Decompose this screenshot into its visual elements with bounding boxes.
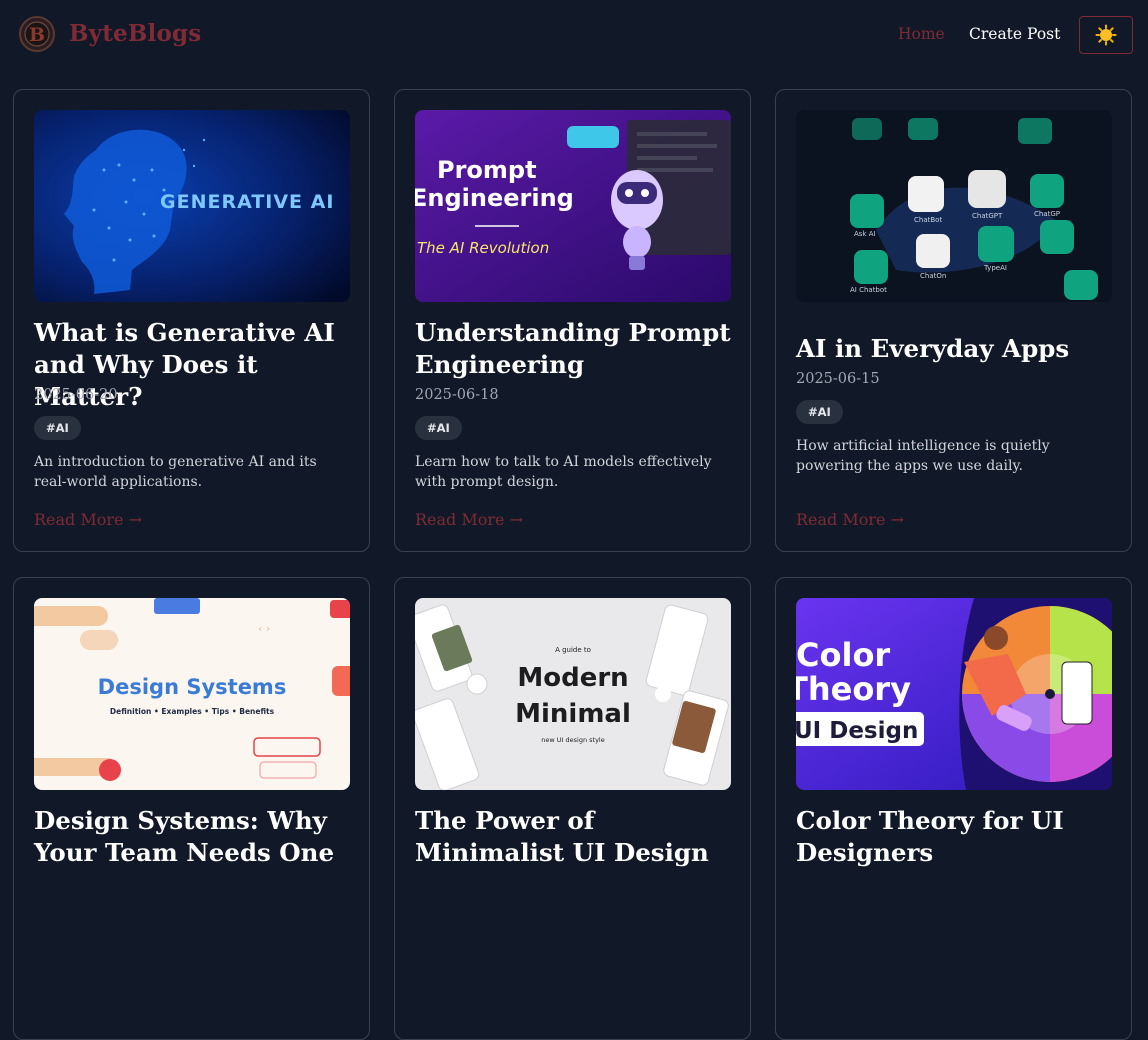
post-title[interactable]: Color Theory for UI Designers <box>796 805 1116 869</box>
svg-text:GENERATIVE AI: GENERATIVE AI <box>160 191 334 213</box>
svg-text:TypeAI: TypeAI <box>983 264 1007 272</box>
theme-toggle-button[interactable] <box>1079 16 1133 54</box>
svg-text:Modern: Modern <box>517 663 628 693</box>
post-thumbnail[interactable]: GENERATIVE AI <box>34 110 350 302</box>
post-tag[interactable]: #AI <box>415 416 462 440</box>
post-card[interactable]: ‹ › Design Systems Definition • Examples… <box>13 577 370 1040</box>
post-date: 2025-06-18 <box>415 387 499 403</box>
post-thumbnail[interactable]: Prompt Engineering The AI Revolution <box>415 110 731 302</box>
site-header: B ByteBlogs Home Create Post <box>0 0 1148 70</box>
post-title[interactable]: AI in Everyday Apps <box>796 333 1116 365</box>
generative-ai-image: GENERATIVE AI <box>34 110 350 302</box>
svg-text:B: B <box>29 24 45 46</box>
read-more-link[interactable]: Read More → <box>796 510 904 529</box>
svg-text:Design Systems: Design Systems <box>98 675 287 699</box>
svg-text:UI Design: UI Design <box>796 718 918 744</box>
svg-text:ChatBot: ChatBot <box>914 216 942 224</box>
svg-text:ChatGPT: ChatGPT <box>972 212 1003 220</box>
svg-text:Ask AI: Ask AI <box>854 230 876 238</box>
svg-text:AI Chatbot: AI Chatbot <box>850 286 887 294</box>
post-title[interactable]: Design Systems: Why Your Team Needs One <box>34 805 354 869</box>
post-thumbnail[interactable]: Color Theory UI Design <box>796 598 1112 790</box>
svg-text:The AI Revolution: The AI Revolution <box>417 239 549 257</box>
post-title[interactable]: The Power of Minimalist UI Design <box>415 805 735 869</box>
logo[interactable]: B <box>18 14 56 54</box>
post-tag[interactable]: #AI <box>34 416 81 440</box>
svg-text:Prompt: Prompt <box>437 156 537 184</box>
post-thumbnail[interactable]: ‹ › Design Systems Definition • Examples… <box>34 598 350 790</box>
post-tag[interactable]: #AI <box>796 400 843 424</box>
post-card[interactable]: Prompt Engineering The AI Revolution Und… <box>394 89 751 552</box>
modern-minimal-image: A guide to Modern Minimal new UI design … <box>415 598 731 790</box>
post-title[interactable]: Understanding Prompt Engineering <box>415 317 735 381</box>
nav-home-link[interactable]: Home <box>898 25 945 43</box>
svg-text:A guide to: A guide to <box>555 646 591 654</box>
post-thumbnail[interactable]: A guide to Modern Minimal new UI design … <box>415 598 731 790</box>
post-excerpt: Learn how to talk to AI models effective… <box>415 454 712 490</box>
svg-text:‹ ›: ‹ › <box>258 622 270 635</box>
svg-text:Theory: Theory <box>796 670 911 708</box>
svg-text:new UI design style: new UI design style <box>541 736 604 744</box>
prompt-engineering-image: Prompt Engineering The AI Revolution <box>415 110 731 302</box>
design-systems-image: ‹ › Design Systems Definition • Examples… <box>34 598 350 790</box>
svg-text:Minimal: Minimal <box>515 699 631 729</box>
post-date: 2025-06-20 <box>34 387 118 403</box>
svg-text:Engineering: Engineering <box>415 184 574 212</box>
nav-create-post-link[interactable]: Create Post <box>969 25 1060 43</box>
svg-text:ChatGP: ChatGP <box>1034 210 1060 218</box>
svg-text:Color: Color <box>796 636 890 674</box>
sun-icon <box>1095 24 1117 46</box>
read-more-link[interactable]: Read More → <box>34 510 142 529</box>
post-excerpt: An introduction to generative AI and its… <box>34 454 317 490</box>
post-card[interactable]: GENERATIVE AI What is Generative AI and … <box>13 89 370 552</box>
post-card[interactable]: ChatBot ChatGPT ChatGP Ask AI AI Chatbot… <box>775 89 1132 552</box>
post-date: 2025-06-15 <box>796 371 880 387</box>
brand-name[interactable]: ByteBlogs <box>69 20 201 47</box>
post-card[interactable]: A guide to Modern Minimal new UI design … <box>394 577 751 1040</box>
post-thumbnail[interactable]: ChatBot ChatGPT ChatGP Ask AI AI Chatbot… <box>796 110 1112 302</box>
logo-emblem-icon: B <box>19 16 55 52</box>
read-more-link[interactable]: Read More → <box>415 510 523 529</box>
svg-text:Definition • Examples • Ti: Definition • Examples • Tips • Benefits <box>110 707 275 716</box>
color-theory-image: Color Theory UI Design <box>796 598 1112 790</box>
svg-text:ChatOn: ChatOn <box>920 272 946 280</box>
post-card[interactable]: Color Theory UI Design Color Theory for … <box>775 577 1132 1040</box>
ai-apps-image: ChatBot ChatGPT ChatGP Ask AI AI Chatbot… <box>796 110 1112 302</box>
post-excerpt: How artificial intelligence is quietly p… <box>796 438 1050 474</box>
